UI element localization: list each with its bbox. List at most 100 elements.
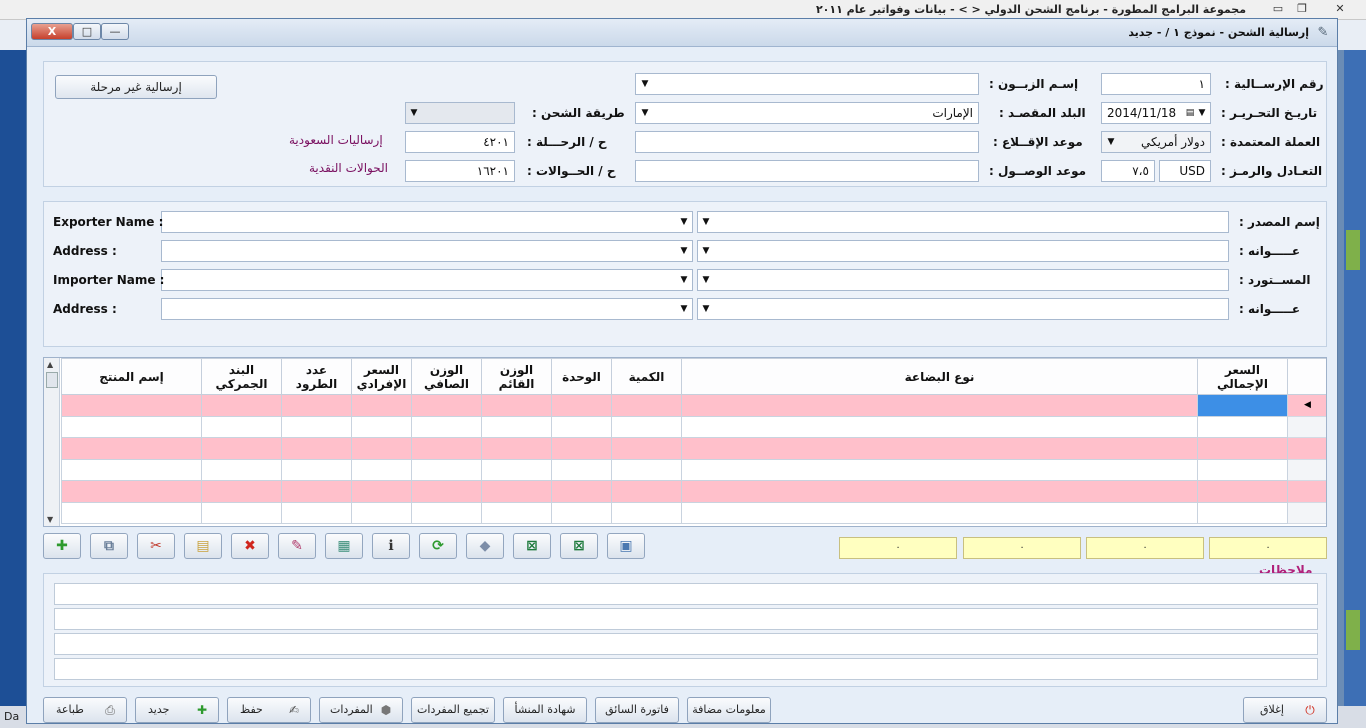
cell[interactable]	[481, 480, 552, 503]
cell[interactable]	[61, 415, 202, 438]
transfers-account-field[interactable]: ١٦٢٠١	[405, 160, 515, 182]
cut-button[interactable]: ✂	[137, 533, 175, 559]
currency-dropdown-icon[interactable]: ▼	[1104, 132, 1118, 152]
trip-account-field[interactable]: ٤٢٠١	[405, 131, 515, 153]
cell[interactable]	[411, 394, 482, 417]
departure-field[interactable]	[635, 131, 979, 153]
cell[interactable]	[351, 415, 412, 438]
cell[interactable]	[611, 415, 682, 438]
col-customs-item[interactable]: البند الجمركي	[201, 358, 282, 395]
cell[interactable]	[351, 458, 412, 481]
cell[interactable]	[611, 480, 682, 503]
cell[interactable]	[611, 437, 682, 460]
col-net-weight[interactable]: الوزن الصافي	[411, 358, 482, 395]
importer-ar-combo[interactable]	[697, 269, 1229, 291]
cell[interactable]	[411, 458, 482, 481]
cell[interactable]	[681, 458, 1198, 481]
not-forwarded-shipment-button[interactable]: إرسالية غير مرحلة	[55, 75, 217, 99]
screen-button[interactable]: ▣	[607, 533, 645, 559]
table-row[interactable]	[61, 480, 1326, 503]
exchange-rate-field[interactable]: ٧،٥	[1101, 160, 1155, 182]
cell[interactable]	[1197, 501, 1288, 524]
print-button[interactable]: ⎙ طباعة	[43, 697, 127, 723]
col-quantity[interactable]: الكمية	[611, 358, 682, 395]
col-gross-weight[interactable]: الوزن القائم	[481, 358, 552, 395]
calculator-button[interactable]: ▦	[325, 533, 363, 559]
importer-en-dropdown-icon[interactable]: ▼	[677, 270, 691, 290]
eraser-button[interactable]: ◆	[466, 533, 504, 559]
customer-combo[interactable]	[635, 73, 979, 95]
currency-code-field[interactable]: USD	[1159, 160, 1211, 182]
shipment-no-field[interactable]: ١	[1101, 73, 1211, 95]
cell[interactable]	[681, 437, 1198, 460]
cell[interactable]	[61, 480, 202, 503]
importer-address-ar-combo[interactable]	[697, 298, 1229, 320]
add-row-button[interactable]: ✚	[43, 533, 81, 559]
cell[interactable]	[551, 458, 612, 481]
importer-address-en-dropdown-icon[interactable]: ▼	[677, 299, 691, 319]
notes-line-4[interactable]	[54, 658, 1318, 680]
notes-line-2[interactable]	[54, 608, 1318, 630]
paste-button[interactable]: ▤	[184, 533, 222, 559]
cell[interactable]	[201, 501, 282, 524]
exporter-en-combo[interactable]	[161, 211, 693, 233]
background-restore-icon[interactable]: ❐	[1294, 2, 1310, 16]
col-goods-type[interactable]: نوع البضاعة	[681, 358, 1198, 395]
cell[interactable]	[281, 394, 352, 417]
col-unit[interactable]: الوحدة	[551, 358, 612, 395]
col-product-name[interactable]: إسم المنتج	[61, 358, 202, 395]
shipping-method-dropdown-icon[interactable]: ▼	[407, 103, 421, 123]
extra-info-button[interactable]: معلومات مضافة	[687, 697, 771, 723]
cell[interactable]	[551, 394, 612, 417]
destination-dropdown-icon[interactable]: ▼	[638, 103, 652, 123]
new-button[interactable]: ✚ جديد	[135, 697, 219, 723]
destination-combo[interactable]: الإمارات	[635, 102, 979, 124]
exporter-ar-dropdown-icon[interactable]: ▼	[699, 212, 713, 232]
cell[interactable]	[681, 480, 1198, 503]
close-window-button[interactable]: X	[31, 23, 73, 40]
scroll-down-icon[interactable]: ▼	[47, 515, 53, 524]
cell[interactable]	[611, 501, 682, 524]
cell[interactable]	[481, 501, 552, 524]
cell[interactable]	[1197, 437, 1288, 460]
info-button[interactable]: ℹ	[372, 533, 410, 559]
exporter-ar-combo[interactable]	[697, 211, 1229, 233]
cell[interactable]	[611, 394, 682, 417]
cell[interactable]	[61, 394, 202, 417]
cell[interactable]	[551, 501, 612, 524]
items-grid[interactable]: ▲ ▼ إسم المنتج البند الجمركي عدد الطرود …	[43, 357, 1327, 527]
cell[interactable]	[281, 415, 352, 438]
cell[interactable]	[481, 394, 552, 417]
importer-ar-dropdown-icon[interactable]: ▼	[699, 270, 713, 290]
col-total-price[interactable]: السعر الإجمالي	[1197, 358, 1288, 395]
cell[interactable]	[1197, 458, 1288, 481]
table-row[interactable]: ◀	[61, 394, 1326, 417]
minimize-window-button[interactable]: —	[101, 23, 129, 40]
exporter-en-dropdown-icon[interactable]: ▼	[677, 212, 691, 232]
cell[interactable]	[551, 437, 612, 460]
cell[interactable]	[481, 415, 552, 438]
excel-import-button[interactable]: ⊠	[560, 533, 598, 559]
scroll-thumb[interactable]	[46, 372, 58, 388]
tools-button[interactable]: ✎	[278, 533, 316, 559]
col-packages[interactable]: عدد الطرود	[281, 358, 352, 395]
table-row[interactable]	[61, 437, 1326, 460]
cell[interactable]	[611, 458, 682, 481]
selected-cell[interactable]	[1197, 394, 1288, 417]
cell[interactable]	[681, 394, 1198, 417]
copy-button[interactable]: ⧉	[90, 533, 128, 559]
exporter-address-ar-combo[interactable]	[697, 240, 1229, 262]
cell[interactable]	[281, 458, 352, 481]
cell[interactable]	[281, 501, 352, 524]
cell[interactable]	[61, 437, 202, 460]
cell[interactable]	[681, 415, 1198, 438]
cell[interactable]	[201, 415, 282, 438]
table-row[interactable]	[61, 501, 1326, 524]
cash-transfers-link[interactable]: الحوالات النقدية	[309, 161, 388, 175]
grid-scrollbar[interactable]: ▲ ▼	[44, 358, 60, 526]
close-button[interactable]: ⏻ إغلاق	[1243, 697, 1327, 723]
group-items-button[interactable]: تجميع المفردات	[411, 697, 495, 723]
cell[interactable]	[61, 501, 202, 524]
cell[interactable]	[411, 415, 482, 438]
col-unit-price[interactable]: السعر الإفرادي	[351, 358, 412, 395]
